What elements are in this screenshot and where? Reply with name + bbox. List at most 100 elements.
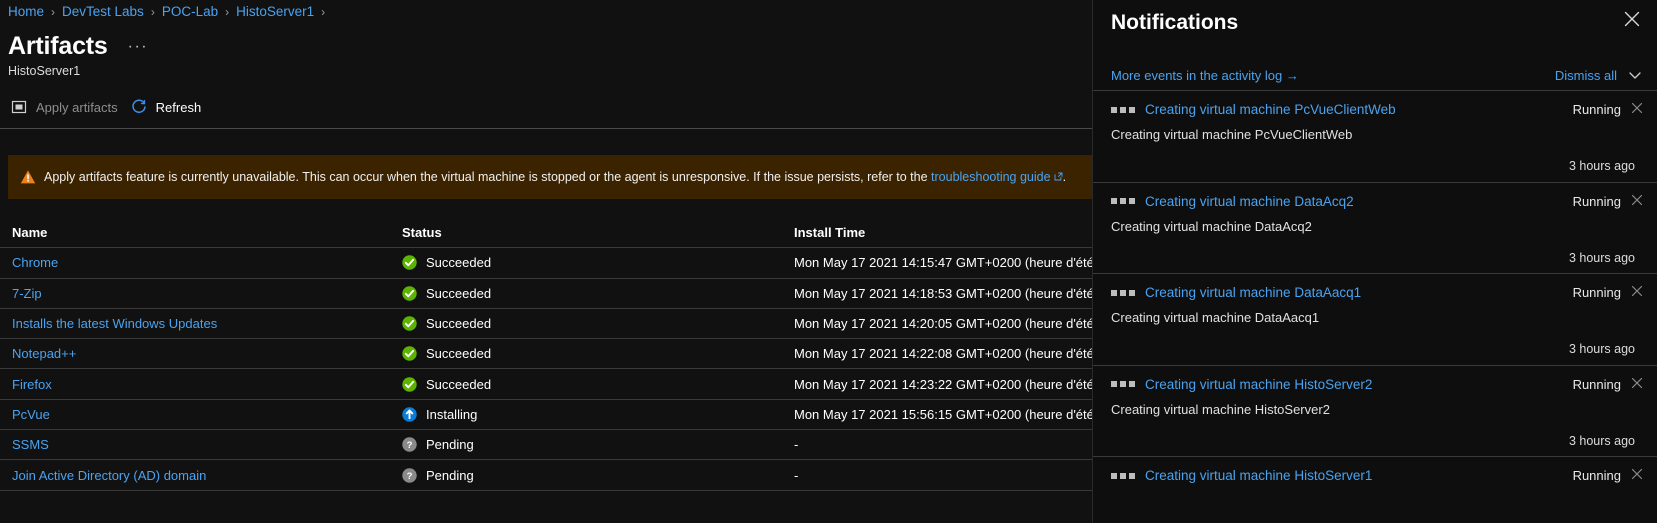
command-bar: Apply artifacts Refresh (0, 91, 1092, 123)
notification-item[interactable]: Creating virtual machine HistoServer1 Ru… (1093, 456, 1657, 523)
running-progress-dots-icon (1111, 198, 1135, 204)
notification-item[interactable]: Creating virtual machine DataAcq2 Runnin… (1093, 181, 1657, 274)
artifact-link[interactable]: Firefox (12, 377, 52, 392)
table-row[interactable]: PcVue Installing Mon May 17 2021 15:56:1… (0, 400, 1092, 431)
dismiss-notification-close-icon[interactable] (1629, 375, 1645, 391)
success-check-icon (402, 346, 417, 362)
artifact-name-cell: 7-Zip (12, 286, 402, 301)
notification-item[interactable]: Creating virtual machine PcVueClientWeb … (1093, 90, 1657, 182)
notification-title-link[interactable]: Creating virtual machine HistoServer2 (1145, 377, 1573, 392)
artifact-name-cell: Join Active Directory (AD) domain (12, 468, 402, 483)
refresh-button[interactable]: Refresh (128, 92, 212, 122)
dismiss-notification-close-icon[interactable] (1629, 192, 1645, 208)
column-header-install-time[interactable]: Install Time (794, 225, 1092, 240)
artifact-install-time-cell: - (794, 437, 799, 453)
notification-timestamp: 3 hours ago (1568, 342, 1635, 356)
notification-header-row: Creating virtual machine HistoServer2 Ru… (1111, 375, 1643, 394)
artifact-status-cell: Succeeded (402, 286, 794, 301)
dismiss-notification-close-icon[interactable] (1629, 100, 1645, 116)
artifact-link[interactable]: Chrome (12, 255, 58, 270)
success-check-icon (402, 286, 417, 301)
external-link-icon (1054, 169, 1063, 181)
breadcrumb-item-devtest-labs[interactable]: DevTest Labs (62, 0, 144, 24)
table-row[interactable]: SSMS ? Pending - (0, 430, 1092, 461)
table-row[interactable]: Join Active Directory (AD) domain ? Pend… (0, 460, 1092, 491)
artifact-name-cell: Notepad++ (12, 346, 402, 361)
artifact-install-time-cell: Mon May 17 2021 14:23:22 GMT+0200 (heure… (794, 376, 1092, 392)
artifact-name-cell: PcVue (12, 407, 402, 422)
notification-title-link[interactable]: Creating virtual machine DataAcq2 (1145, 194, 1573, 209)
notification-title-link[interactable]: Creating virtual machine DataAacq1 (1145, 285, 1573, 300)
artifact-status-label: Succeeded (426, 376, 492, 392)
title-row: Artifacts ··· (0, 24, 1092, 61)
artifact-status-label: Installing (426, 406, 478, 422)
dismiss-notification-close-icon[interactable] (1629, 466, 1645, 482)
breadcrumb-separator-icon: › (150, 5, 155, 19)
notification-description: Creating virtual machine DataAacq1 (1111, 310, 1320, 325)
notification-status: Running (1572, 193, 1621, 209)
artifact-status-label: Succeeded (426, 346, 492, 362)
column-header-name[interactable]: Name (12, 225, 402, 240)
artifact-install-time-cell: Mon May 17 2021 14:15:47 GMT+0200 (heure… (794, 255, 1092, 271)
artifact-link[interactable]: Notepad++ (12, 346, 76, 361)
breadcrumb-item-poc-lab[interactable]: POC-Lab (162, 0, 218, 24)
notification-header-row: Creating virtual machine HistoServer1 Ru… (1111, 466, 1643, 485)
close-icon[interactable] (1621, 8, 1643, 30)
artifact-status-cell: ? Pending (402, 468, 794, 483)
warning-text-after: . (1062, 170, 1067, 184)
apply-artifacts-button[interactable]: Apply artifacts (8, 92, 128, 122)
apply-artifacts-icon (10, 98, 28, 116)
running-progress-dots-icon (1111, 472, 1135, 479)
artifact-link[interactable]: Installs the latest Windows Updates (12, 316, 217, 331)
notification-description: Creating virtual machine HistoServer2 (1111, 401, 1330, 417)
table-row[interactable]: Notepad++ Succeeded Mon May 17 2021 14:2… (0, 339, 1092, 370)
table-body: Chrome Succeeded Mon May 17 2021 14:15:4… (0, 248, 1092, 491)
warning-triangle-icon (20, 169, 36, 185)
table-row[interactable]: Installs the latest Windows Updates Succ… (0, 309, 1092, 340)
notification-title-link[interactable]: Creating virtual machine PcVueClientWeb (1145, 102, 1573, 117)
success-check-icon (402, 255, 417, 271)
dismiss-all-button[interactable]: Dismiss all (1555, 68, 1617, 83)
dismiss-notification-close-icon[interactable] (1629, 283, 1645, 299)
notification-timestamp: 3 hours ago (1568, 433, 1635, 448)
artifact-status-cell: Succeeded (402, 346, 794, 361)
breadcrumb-separator-icon: › (321, 5, 326, 19)
breadcrumb-item-histoserver1[interactable]: HistoServer1 (236, 0, 314, 24)
artifact-link[interactable]: SSMS (12, 437, 49, 452)
more-menu-ellipsis-icon[interactable]: ··· (128, 39, 148, 55)
notification-item[interactable]: Creating virtual machine DataAacq1 Runni… (1093, 273, 1657, 365)
artifact-install-time-cell: Mon May 17 2021 14:22:08 GMT+0200 (heure… (794, 346, 1092, 362)
artifact-status-cell: Succeeded (402, 255, 794, 270)
artifact-status-cell: Succeeded (402, 316, 794, 331)
artifact-link[interactable]: 7-Zip (12, 286, 42, 301)
artifacts-blade: Home › DevTest Labs › POC-Lab › HistoSer… (0, 0, 1092, 523)
artifact-name-cell: Installs the latest Windows Updates (12, 316, 402, 331)
notification-item[interactable]: Creating virtual machine HistoServer2 Ru… (1093, 364, 1657, 457)
table-row[interactable]: Firefox Succeeded Mon May 17 2021 14:23:… (0, 369, 1092, 400)
notification-status: Running (1572, 468, 1621, 483)
warning-message: Apply artifacts feature is currently una… (44, 169, 1066, 185)
breadcrumb-item-home[interactable]: Home (8, 0, 44, 24)
artifact-link[interactable]: PcVue (12, 407, 50, 422)
notification-timestamp: 3 hours ago (1568, 159, 1635, 173)
notifications-subbar: More events in the activity log → Dismis… (1093, 60, 1657, 90)
table-row[interactable]: Chrome Succeeded Mon May 17 2021 14:15:4… (0, 248, 1092, 279)
column-header-status[interactable]: Status (402, 225, 794, 240)
more-events-in-activity-log-link[interactable]: More events in the activity log → (1111, 68, 1299, 83)
svg-text:?: ? (407, 440, 413, 451)
success-check-icon (402, 316, 417, 331)
pending-question-icon: ? (402, 437, 417, 452)
notification-title-link[interactable]: Creating virtual machine HistoServer1 (1145, 468, 1573, 483)
artifact-link[interactable]: Join Active Directory (AD) domain (12, 468, 206, 483)
notification-status: Running (1572, 285, 1621, 300)
table-row[interactable]: 7-Zip Succeeded Mon May 17 2021 14:18:53… (0, 279, 1092, 309)
running-progress-dots-icon (1111, 289, 1135, 296)
chevron-down-icon[interactable] (1627, 67, 1643, 83)
breadcrumb: Home › DevTest Labs › POC-Lab › HistoSer… (0, 0, 1092, 24)
refresh-label: Refresh (155, 99, 202, 115)
troubleshooting-guide-link[interactable]: troubleshooting guide (931, 170, 1051, 184)
notifications-panel: Notifications More events in the activit… (1092, 0, 1657, 523)
artifact-install-time-cell: Mon May 17 2021 14:20:05 GMT+0200 (heure… (794, 316, 1092, 332)
notification-header-row: Creating virtual machine DataAacq1 Runni… (1111, 283, 1643, 302)
artifact-status-cell: Installing (402, 407, 794, 422)
